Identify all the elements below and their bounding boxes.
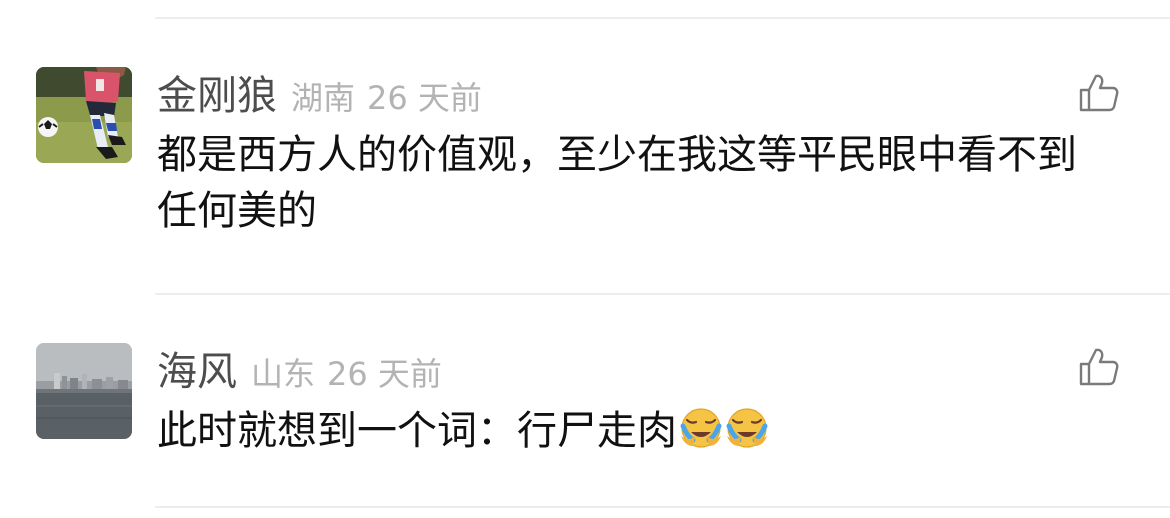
like-button[interactable] <box>1078 72 1120 114</box>
seaside-city-avatar <box>36 343 132 439</box>
comment-meta: 海风 山东 26 天前 <box>157 352 442 392</box>
crying-laughing-emoji <box>726 408 768 448</box>
divider <box>155 506 1170 508</box>
username[interactable]: 海风 <box>157 349 237 395</box>
comment-meta: 金刚狼 湖南 26 天前 <box>157 76 482 116</box>
timestamp: 26 天前 <box>327 355 442 393</box>
like-button[interactable] <box>1078 346 1120 388</box>
comment-text: 此时就想到一个词：行尸走肉 <box>157 403 1097 459</box>
comment-text-content: 此时就想到一个词：行尸走肉 <box>157 408 677 454</box>
thumbs-up-icon <box>1079 348 1119 386</box>
divider <box>155 17 1170 19</box>
soccer-player-avatar <box>36 67 132 163</box>
username[interactable]: 金刚狼 <box>157 73 277 119</box>
thumbs-up-icon <box>1079 74 1119 112</box>
location: 山东 <box>251 355 316 393</box>
comment-list: 金刚狼湖南 26 天前 都是西方人的价值观，至少在我这等平民眼中看不到任何美的 <box>0 0 1170 518</box>
timestamp: 26 天前 <box>367 79 482 117</box>
avatar[interactable] <box>36 343 132 439</box>
divider <box>155 293 1170 295</box>
location: 湖南 <box>291 79 356 117</box>
crying-laughing-emoji <box>680 408 722 448</box>
avatar[interactable] <box>36 67 132 163</box>
comment-text: 都是西方人的价值观，至少在我这等平民眼中看不到任何美的 <box>157 132 1077 234</box>
